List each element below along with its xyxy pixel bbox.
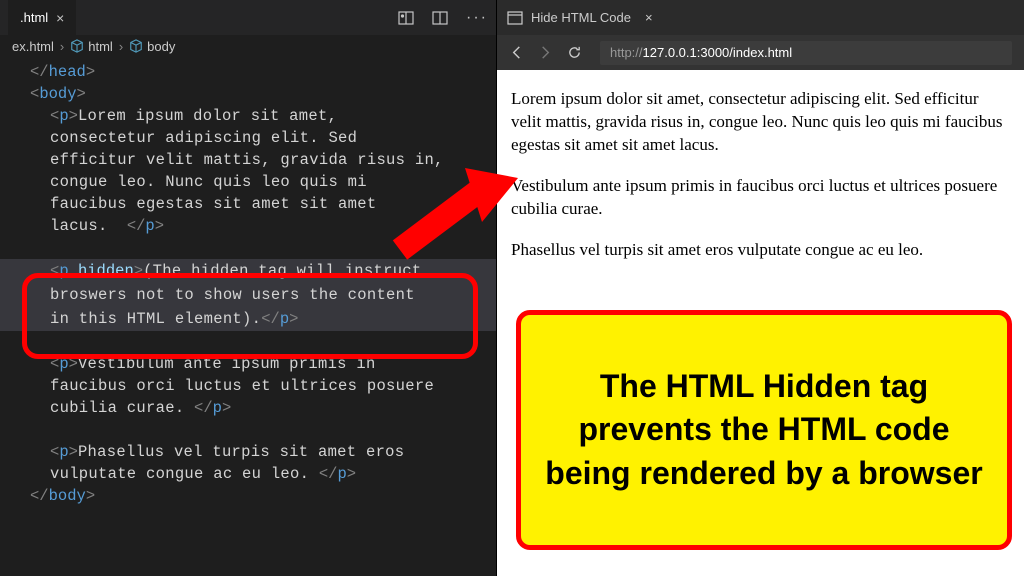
code-line-highlighted: in this HTML element).</p> bbox=[0, 307, 496, 331]
cube-icon bbox=[129, 39, 143, 53]
editor-pane: .html × ··· ex.html › html › body </head… bbox=[0, 0, 496, 576]
more-icon[interactable]: ··· bbox=[466, 9, 488, 27]
annotation-callout: The HTML Hidden tag prevents the HTML co… bbox=[516, 310, 1012, 550]
code-line: <body> bbox=[0, 83, 496, 105]
code-line: vulputate congue ac eu leo. </p> bbox=[0, 463, 496, 485]
forward-icon[interactable] bbox=[538, 45, 553, 60]
cube-icon bbox=[70, 39, 84, 53]
breadcrumb-body: body bbox=[147, 39, 175, 54]
code-line: <p>Phasellus vel turpis sit amet eros bbox=[0, 441, 496, 463]
editor-tab[interactable]: .html × bbox=[8, 0, 76, 35]
code-line: <p>Lorem ipsum dolor sit amet, bbox=[0, 105, 496, 127]
tab-actions: ··· bbox=[398, 9, 488, 27]
code-line-blank bbox=[0, 419, 496, 441]
url-text: http://127.0.0.1:3000/index.html bbox=[610, 45, 792, 60]
code-editor[interactable]: </head> <body> <p>Lorem ipsum dolor sit … bbox=[0, 57, 496, 576]
code-line: </body> bbox=[0, 485, 496, 507]
browser-tab-label[interactable]: Hide HTML Code bbox=[531, 10, 631, 25]
rendered-paragraph: Lorem ipsum dolor sit amet, consectetur … bbox=[511, 88, 1010, 157]
code-line-blank bbox=[0, 331, 496, 353]
code-line-highlighted: <p hidden>(The hidden tag will instruct bbox=[0, 259, 496, 283]
breadcrumb-file: ex.html bbox=[12, 39, 54, 54]
browser-nav: http://127.0.0.1:3000/index.html bbox=[497, 35, 1024, 70]
url-bar[interactable]: http://127.0.0.1:3000/index.html bbox=[600, 41, 1012, 65]
code-line: cubilia curae. </p> bbox=[0, 397, 496, 419]
close-icon[interactable]: × bbox=[645, 10, 653, 25]
preview-icon bbox=[507, 10, 523, 26]
code-line: <p>Vestibulum ante ipsum primis in bbox=[0, 353, 496, 375]
split-icon[interactable] bbox=[432, 10, 448, 26]
close-icon[interactable]: × bbox=[56, 10, 64, 26]
back-icon[interactable] bbox=[509, 45, 524, 60]
tab-label: .html bbox=[20, 10, 48, 25]
code-line-highlighted: broswers not to show users the content bbox=[0, 283, 496, 307]
reload-icon[interactable] bbox=[567, 45, 582, 60]
browser-tab-bar: Hide HTML Code × bbox=[497, 0, 1024, 35]
code-line: </head> bbox=[0, 61, 496, 83]
rendered-paragraph: Phasellus vel turpis sit amet eros vulpu… bbox=[511, 239, 1010, 262]
callout-text: The HTML Hidden tag prevents the HTML co… bbox=[543, 365, 985, 495]
chevron-right-icon: › bbox=[60, 39, 64, 54]
editor-tab-bar: .html × ··· bbox=[0, 0, 496, 35]
code-line: consectetur adipiscing elit. Sed bbox=[0, 127, 496, 149]
code-line: faucibus orci luctus et ultrices posuere bbox=[0, 375, 496, 397]
breadcrumb-html: html bbox=[88, 39, 113, 54]
chevron-right-icon: › bbox=[119, 39, 123, 54]
rendered-paragraph: Vestibulum ante ipsum primis in faucibus… bbox=[511, 175, 1010, 221]
breadcrumb[interactable]: ex.html › html › body bbox=[0, 35, 496, 57]
annotation-arrow-icon bbox=[390, 160, 530, 260]
split-preview-icon[interactable] bbox=[398, 10, 414, 26]
